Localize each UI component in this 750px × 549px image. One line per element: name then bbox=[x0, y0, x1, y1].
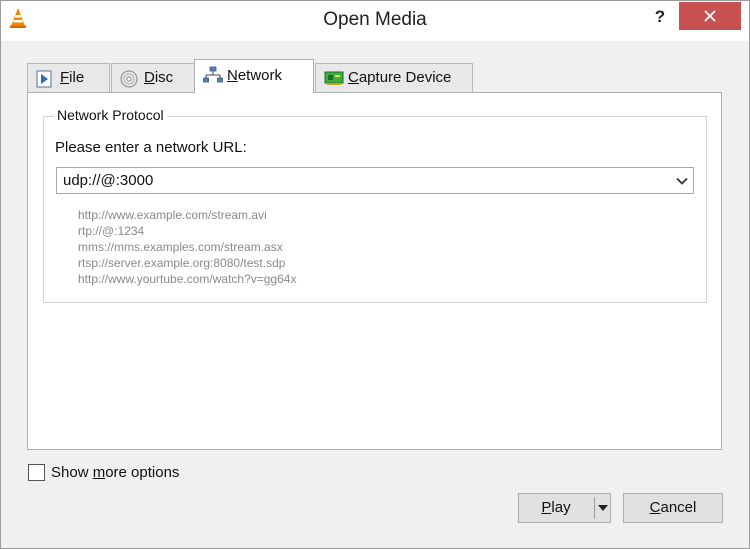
example-url: http://www.yourtube.com/watch?v=gg64x bbox=[78, 272, 297, 286]
close-icon bbox=[704, 10, 716, 22]
disc-icon bbox=[120, 70, 138, 88]
group-title: Network Protocol bbox=[54, 107, 167, 123]
example-url: rtp://@:1234 bbox=[78, 224, 145, 238]
url-input[interactable] bbox=[57, 168, 657, 193]
dropdown-arrow-icon[interactable] bbox=[598, 504, 608, 512]
open-media-dialog: Open Media ? File Disc Network Capture D… bbox=[0, 0, 750, 549]
play-post: lay bbox=[551, 499, 571, 516]
url-combobox[interactable] bbox=[56, 167, 694, 194]
more-label-pre: Show bbox=[51, 464, 93, 481]
more-label-accel: m bbox=[92, 464, 106, 481]
tab-network[interactable]: Network bbox=[194, 59, 314, 93]
tab-capture-device[interactable]: Capture Device bbox=[315, 63, 473, 92]
tab-file-accel: F bbox=[60, 69, 70, 86]
tab-disc-label: isc bbox=[154, 69, 174, 86]
network-tab-panel: Network Protocol Please enter a network … bbox=[27, 92, 722, 450]
tab-file[interactable]: File bbox=[27, 63, 110, 92]
url-label: Please enter a network URL: bbox=[55, 139, 247, 156]
example-url: rtsp://server.example.org:8080/test.sdp bbox=[78, 256, 286, 270]
tab-capture-label: apture Device bbox=[358, 69, 452, 86]
capture-card-icon bbox=[324, 71, 344, 85]
show-more-options-checkbox[interactable] bbox=[28, 464, 45, 481]
more-label-post: ore options bbox=[105, 464, 180, 481]
example-url: http://www.example.com/stream.avi bbox=[78, 208, 267, 222]
cancel-accel: C bbox=[649, 499, 661, 516]
play-button-label[interactable]: Play bbox=[519, 494, 593, 522]
url-examples: http://www.example.com/stream.avi rtp://… bbox=[78, 207, 296, 287]
tab-disc[interactable]: Disc bbox=[111, 63, 195, 92]
chevron-down-icon[interactable] bbox=[675, 174, 689, 188]
cancel-button[interactable]: Cancel bbox=[623, 493, 723, 523]
close-button[interactable] bbox=[679, 2, 741, 30]
tab-network-accel: N bbox=[227, 67, 238, 84]
tab-network-label: etwork bbox=[237, 67, 283, 84]
help-button[interactable]: ? bbox=[646, 4, 674, 30]
show-more-options-label[interactable]: Show more options bbox=[51, 464, 179, 481]
play-split-divider bbox=[594, 497, 595, 519]
title-bar: Open Media ? bbox=[1, 1, 749, 41]
play-accel: P bbox=[541, 499, 552, 516]
file-play-icon bbox=[36, 70, 52, 88]
tab-file-label: ile bbox=[69, 69, 85, 86]
network-protocol-group: Network Protocol Please enter a network … bbox=[43, 107, 707, 303]
tab-capture-accel: C bbox=[348, 69, 359, 86]
tab-disc-accel: D bbox=[144, 69, 155, 86]
cancel-post: ancel bbox=[660, 499, 697, 516]
example-url: mms://mms.examples.com/stream.asx bbox=[78, 240, 283, 254]
network-icon bbox=[203, 66, 223, 83]
play-button[interactable]: Play bbox=[518, 493, 611, 523]
window-title: Open Media bbox=[323, 9, 427, 30]
